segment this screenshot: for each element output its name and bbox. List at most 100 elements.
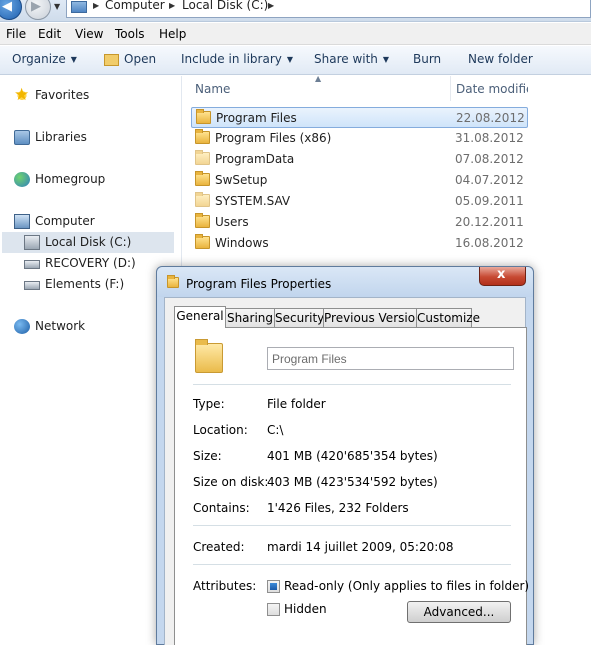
new-folder-button[interactable]: New folder bbox=[468, 52, 533, 66]
general-tab-panel: Type: File folder Location: C:\ Size: 40… bbox=[174, 327, 529, 645]
breadcrumb-arrow-icon[interactable]: ▶ bbox=[169, 1, 175, 10]
tab-sharing[interactable]: Sharing bbox=[225, 308, 275, 327]
drive-icon bbox=[24, 281, 40, 290]
folder-icon bbox=[195, 234, 210, 249]
readonly-label[interactable]: Read-only (Only applies to files in fold… bbox=[284, 579, 529, 593]
sidebar-item-local-disk[interactable]: Local Disk (C:) bbox=[2, 232, 174, 253]
tab-previous-versions[interactable]: Previous Versions bbox=[323, 308, 429, 327]
dialog-titlebar[interactable]: Program Files Properties x bbox=[157, 267, 533, 297]
file-name: Windows bbox=[215, 236, 269, 250]
organize-label: Organize bbox=[12, 52, 66, 66]
sidebar-item-label: Homegroup bbox=[35, 172, 106, 186]
burn-button[interactable]: Burn bbox=[413, 52, 441, 66]
tab-security[interactable]: Security bbox=[274, 308, 324, 327]
hidden-checkbox[interactable] bbox=[267, 603, 280, 616]
tab-general[interactable]: General bbox=[174, 306, 226, 328]
column-header-date[interactable]: Date modified bbox=[451, 76, 528, 101]
column-header-label: Date modified bbox=[456, 82, 528, 96]
organize-button[interactable]: Organize ▼ bbox=[12, 52, 77, 66]
divider bbox=[193, 384, 511, 385]
tab-customize[interactable]: Customize bbox=[416, 308, 480, 327]
created-label: Created: bbox=[193, 540, 245, 554]
menu-file[interactable]: File bbox=[6, 27, 26, 41]
location-value: C:\ bbox=[267, 423, 284, 437]
chevron-down-icon: ▼ bbox=[286, 55, 294, 64]
sort-up-icon: ▲ bbox=[315, 74, 322, 83]
star-icon bbox=[14, 85, 30, 105]
folder-name-field[interactable] bbox=[267, 347, 514, 370]
forward-button[interactable]: ▶ bbox=[25, 0, 51, 20]
file-row[interactable]: SwSetup 04.07.2012 09: bbox=[191, 170, 528, 191]
sidebar-item-recovery[interactable]: RECOVERY (D:) bbox=[24, 254, 174, 274]
back-arrow-icon: ◀ bbox=[2, 0, 12, 14]
file-row[interactable]: Windows 16.08.2012 00: bbox=[191, 233, 528, 254]
details-area bbox=[528, 76, 591, 645]
breadcrumb-arrow-icon[interactable]: ▶ bbox=[93, 1, 99, 10]
menu-bar: File Edit View Tools Help bbox=[0, 23, 591, 45]
command-bar: Organize ▼ Open Include in library ▼ Share… bbox=[0, 46, 591, 75]
properties-dialog: Program Files Properties x General Shari… bbox=[156, 266, 534, 645]
file-row[interactable]: Program Files (x86) 31.08.2012 17: bbox=[191, 128, 528, 149]
navigation-pane: Favorites Libraries Homegroup Computer L… bbox=[0, 76, 182, 645]
sidebar-item-label: Libraries bbox=[35, 130, 87, 144]
folder-icon bbox=[195, 213, 210, 228]
file-date: 22.08.2012 08: bbox=[456, 111, 528, 125]
sidebar-item-libraries[interactable]: Libraries bbox=[14, 128, 174, 148]
readonly-checkbox[interactable] bbox=[267, 580, 280, 593]
column-header-label: Name bbox=[195, 82, 231, 96]
network-icon bbox=[14, 319, 30, 334]
menu-help[interactable]: Help bbox=[159, 27, 186, 41]
file-row[interactable]: Users 20.12.2011 15: bbox=[191, 212, 528, 233]
sidebar-item-favorites[interactable]: Favorites bbox=[14, 85, 174, 106]
hidden-folder-icon bbox=[195, 150, 210, 165]
size-value: 401 MB (420'685'354 bytes) bbox=[267, 449, 438, 463]
sidebar-item-homegroup[interactable]: Homegroup bbox=[14, 170, 174, 190]
chevron-down-icon: ▼ bbox=[382, 55, 390, 64]
divider bbox=[193, 525, 511, 526]
sidebar-item-network[interactable]: Network bbox=[14, 317, 174, 337]
chevron-down-icon: ▼ bbox=[70, 55, 77, 64]
address-field[interactable]: ▶ Computer ▶ Local Disk (C:) ▶ bbox=[66, 0, 591, 18]
file-row[interactable]: SYSTEM.SAV 05.09.2011 11: bbox=[191, 191, 528, 212]
breadcrumb-computer[interactable]: Computer bbox=[105, 0, 165, 12]
column-header-name[interactable]: Name ▲ bbox=[183, 74, 451, 101]
file-row[interactable]: ProgramData 07.08.2012 15: bbox=[191, 149, 528, 170]
recent-pages-dropdown-icon[interactable]: ▼ bbox=[54, 2, 60, 11]
menu-view[interactable]: View bbox=[75, 27, 103, 41]
dialog-title: Program Files Properties bbox=[186, 277, 332, 291]
menu-edit[interactable]: Edit bbox=[38, 27, 61, 41]
dialog-body: General Sharing Security Previous Versio… bbox=[164, 297, 529, 645]
folder-icon bbox=[195, 129, 210, 144]
sidebar-item-label: Network bbox=[35, 319, 86, 333]
breadcrumb-local-disk[interactable]: Local Disk (C:) bbox=[182, 0, 268, 12]
back-button[interactable]: ◀ bbox=[0, 0, 22, 20]
file-name: ProgramData bbox=[215, 152, 295, 166]
close-icon: x bbox=[497, 267, 506, 282]
file-date: 05.09.2011 11: bbox=[455, 194, 527, 208]
type-label: Type: bbox=[193, 397, 225, 411]
sidebar-item-label: Local Disk (C:) bbox=[45, 235, 132, 249]
breadcrumb-arrow-icon[interactable]: ▶ bbox=[268, 1, 274, 10]
file-row[interactable]: Program Files 22.08.2012 08: bbox=[191, 107, 528, 128]
forward-arrow-icon: ▶ bbox=[31, 0, 41, 14]
size-on-disk-label: Size on disk: bbox=[193, 475, 269, 489]
type-value: File folder bbox=[267, 397, 326, 411]
advanced-button[interactable]: Advanced... bbox=[407, 601, 511, 623]
open-button[interactable]: Open bbox=[124, 52, 156, 66]
sidebar-item-computer[interactable]: Computer bbox=[14, 212, 174, 232]
sidebar-item-label: Elements (F:) bbox=[45, 277, 125, 291]
menu-tools[interactable]: Tools bbox=[115, 27, 145, 41]
size-label: Size: bbox=[193, 449, 222, 463]
folder-icon bbox=[195, 339, 223, 373]
contains-value: 1'426 Files, 232 Folders bbox=[267, 501, 409, 515]
include-in-library-button[interactable]: Include in library ▼ bbox=[181, 52, 293, 66]
folder-icon bbox=[195, 171, 210, 186]
close-button[interactable]: x bbox=[479, 267, 526, 286]
hidden-label[interactable]: Hidden bbox=[284, 602, 327, 616]
sidebar-item-elements[interactable]: Elements (F:) bbox=[24, 275, 174, 295]
folder-icon bbox=[196, 109, 211, 124]
sidebar-item-label: RECOVERY (D:) bbox=[45, 256, 136, 270]
share-with-button[interactable]: Share with ▼ bbox=[314, 52, 389, 66]
file-name: Program Files bbox=[216, 111, 297, 125]
attributes-label: Attributes: bbox=[193, 579, 257, 593]
